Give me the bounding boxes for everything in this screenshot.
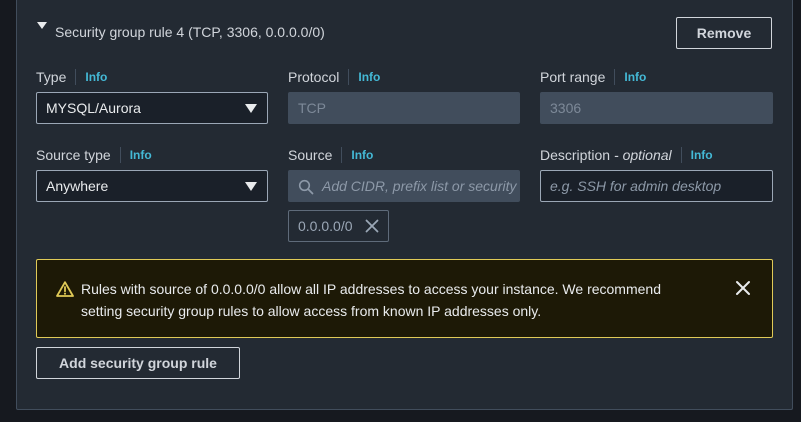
protocol-info-link[interactable]: Info	[358, 70, 380, 84]
protocol-label-group: Protocol Info	[288, 69, 380, 85]
source-type-label-group: Source type Info	[36, 147, 152, 163]
description-placeholder: e.g. SSH for admin desktop	[550, 178, 722, 194]
divider	[680, 147, 682, 163]
divider	[341, 147, 343, 163]
rule-title: Security group rule 4 (TCP, 3306, 0.0.0.…	[55, 24, 325, 40]
remove-token-icon[interactable]	[365, 219, 379, 233]
source-search-input[interactable]: Add CIDR, prefix list or security	[288, 170, 520, 202]
protocol-label: Protocol	[288, 69, 340, 85]
divider	[348, 69, 350, 85]
collapse-caret-icon[interactable]	[36, 20, 48, 32]
description-optional-label: - optional	[614, 147, 672, 163]
source-type-select[interactable]: Anywhere	[36, 170, 268, 202]
search-icon	[298, 179, 314, 195]
warning-icon	[56, 281, 74, 297]
type-select[interactable]: MYSQL/Aurora	[36, 92, 268, 124]
source-label: Source	[288, 147, 333, 163]
port-range-info-link[interactable]: Info	[624, 70, 646, 84]
type-select-value: MYSQL/Aurora	[46, 100, 141, 116]
dropdown-arrow-icon	[245, 182, 257, 191]
source-search-placeholder: Add CIDR, prefix list or security	[322, 178, 517, 194]
warning-alert: Rules with source of 0.0.0.0/0 allow all…	[36, 259, 773, 338]
source-token-label: 0.0.0.0/0	[298, 218, 353, 234]
type-label-group: Type Info	[36, 69, 107, 85]
port-range-value: 3306	[550, 100, 582, 116]
source-token: 0.0.0.0/0	[288, 210, 389, 242]
description-input[interactable]: e.g. SSH for admin desktop	[540, 170, 773, 202]
source-type-label: Source type	[36, 147, 111, 163]
port-range-label-group: Port range Info	[540, 69, 646, 85]
dropdown-arrow-icon	[245, 104, 257, 113]
port-range-label: Port range	[540, 69, 606, 85]
type-label: Type	[36, 69, 67, 85]
source-type-info-link[interactable]: Info	[130, 148, 152, 162]
port-range-field: 3306	[540, 92, 773, 124]
divider	[75, 69, 77, 85]
protocol-field: TCP	[288, 92, 520, 124]
description-label-group: Description - optional Info	[540, 147, 713, 163]
close-icon[interactable]	[734, 279, 752, 297]
protocol-value: TCP	[298, 100, 326, 116]
type-info-link[interactable]: Info	[85, 70, 107, 84]
remove-button[interactable]: Remove	[676, 17, 772, 49]
divider	[119, 147, 121, 163]
source-info-link[interactable]: Info	[351, 148, 373, 162]
divider	[614, 69, 616, 85]
source-label-group: Source Info	[288, 147, 373, 163]
description-label: Description	[540, 147, 611, 163]
warning-alert-text: Rules with source of 0.0.0.0/0 allow all…	[81, 281, 661, 319]
add-security-group-rule-button[interactable]: Add security group rule	[36, 347, 240, 379]
description-info-link[interactable]: Info	[691, 148, 713, 162]
source-type-select-value: Anywhere	[46, 178, 109, 194]
